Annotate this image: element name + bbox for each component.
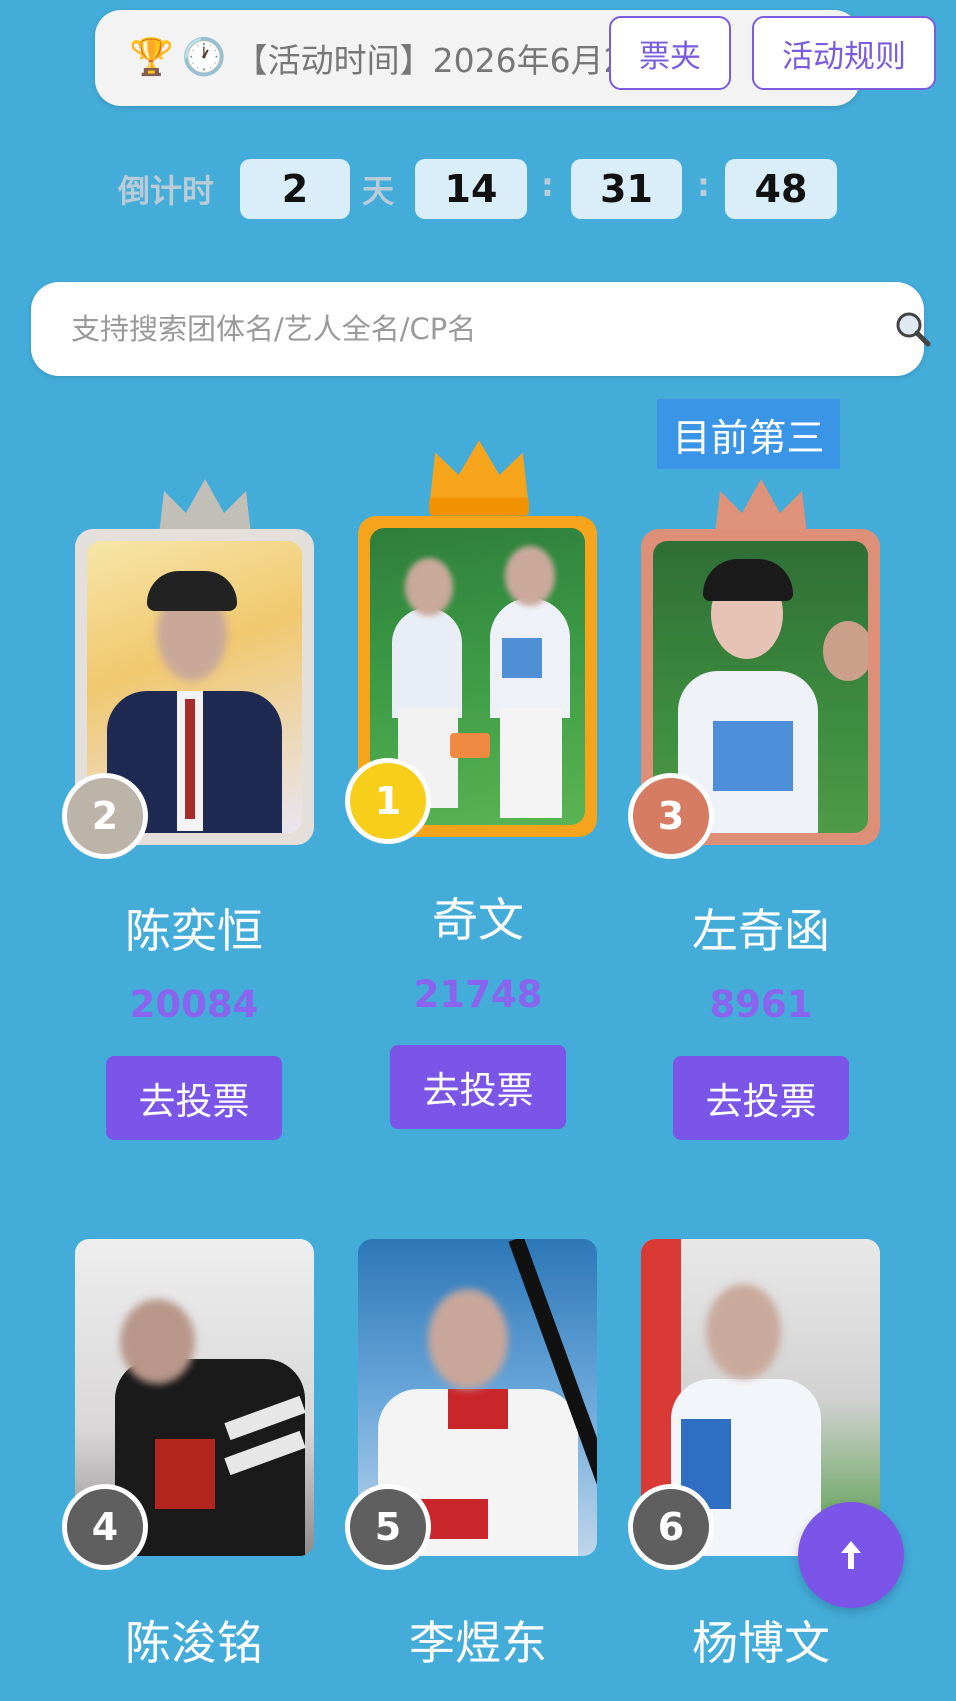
activity-notice-bar[interactable]: 🏆 🕐 【活动时间】2026年6月2 ...: [95, 10, 860, 106]
rank-badge: 6: [628, 1484, 714, 1570]
rank-badge: 2: [62, 773, 148, 859]
vote-count: 8961: [709, 983, 813, 1026]
trophy-icon: 🏆: [129, 37, 174, 78]
arrow-up-icon: [841, 1541, 861, 1569]
activity-rules-button[interactable]: 活动规则: [752, 16, 936, 90]
candidate-name: 陈浚铭: [125, 1616, 263, 1670]
countdown-minutes: 31: [571, 159, 682, 219]
search-bar[interactable]: [31, 282, 931, 376]
activity-time-text: 【活动时间】2026年6月2: [234, 41, 625, 80]
countdown-day-unit: 天: [362, 172, 395, 210]
countdown-separator: :: [697, 166, 710, 204]
candidate-name: 杨博文: [692, 1616, 830, 1670]
current-rank-tag: 目前第三: [657, 399, 840, 469]
countdown-days: 2: [240, 159, 350, 219]
candidate-name: 李煜东: [409, 1616, 547, 1670]
rank-badge: 4: [62, 1484, 148, 1570]
vote-count: 20084: [129, 983, 259, 1026]
search-input[interactable]: [71, 304, 851, 354]
back-to-top-button[interactable]: [798, 1502, 904, 1608]
vote-button[interactable]: 去投票: [106, 1056, 282, 1140]
countdown-separator: :: [541, 166, 554, 204]
search-icon[interactable]: [893, 309, 933, 349]
vote-button[interactable]: 去投票: [390, 1045, 566, 1129]
countdown-label: 倒计时: [118, 172, 215, 210]
candidate-name: 奇文: [432, 893, 524, 947]
gold-crown-icon: [429, 440, 529, 516]
countdown-hours: 14: [415, 159, 527, 219]
candidate-name: 左奇函: [692, 904, 830, 958]
countdown-seconds: 48: [725, 159, 837, 219]
rank-badge: 3: [628, 773, 714, 859]
rank-badge: 1: [345, 758, 431, 844]
vote-button[interactable]: 去投票: [673, 1056, 849, 1140]
vote-count: 21748: [413, 973, 543, 1016]
rank-badge: 5: [345, 1484, 431, 1570]
ticket-folder-button[interactable]: 票夹: [609, 16, 731, 90]
candidate-name: 陈奕恒: [125, 904, 263, 958]
clock-icon: 🕐: [181, 37, 227, 78]
